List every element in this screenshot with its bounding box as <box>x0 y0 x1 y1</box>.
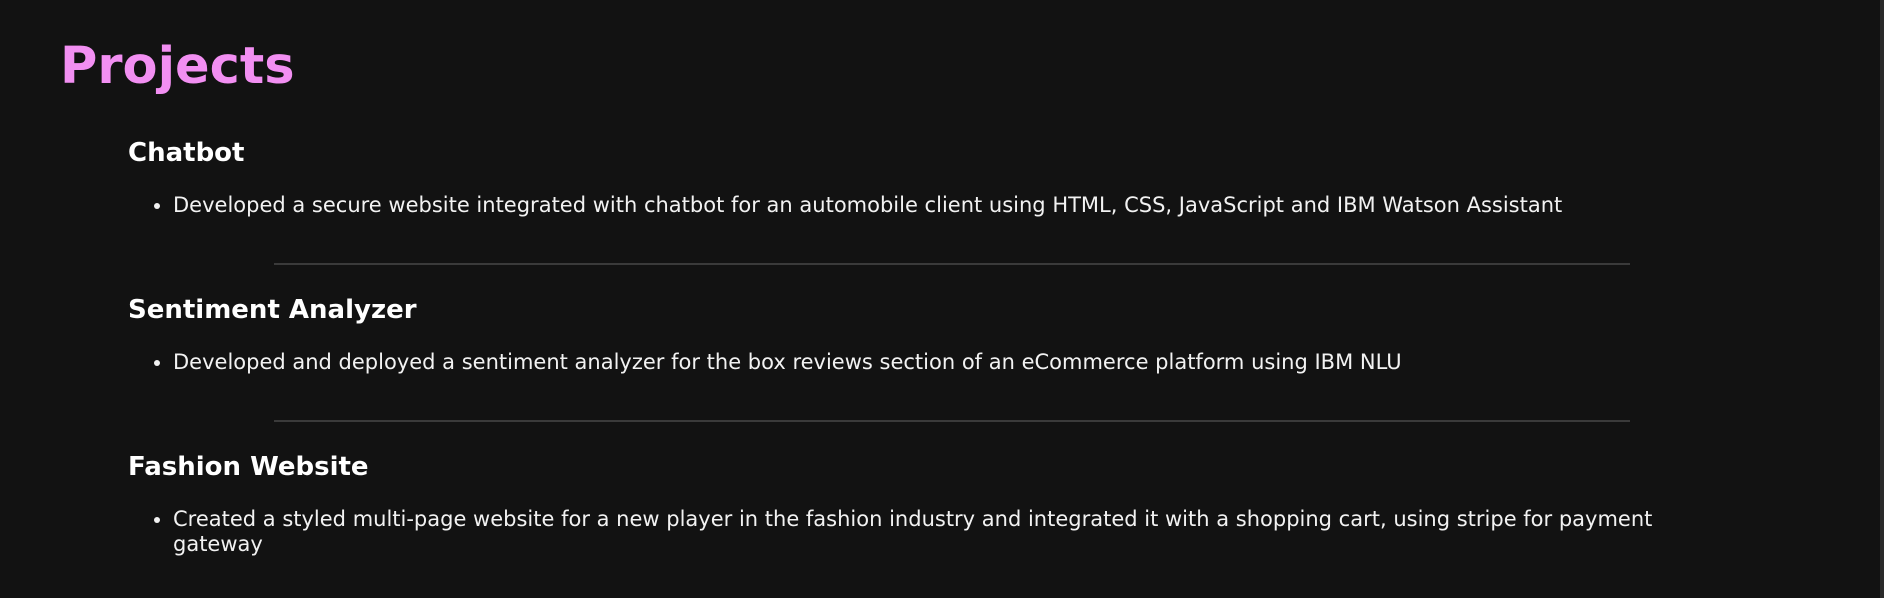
project-title: Sentiment Analyzer <box>128 295 417 325</box>
project-sentiment-analyzer: Sentiment Analyzer Developed and deploye… <box>128 295 1688 375</box>
project-divider <box>274 263 1630 265</box>
project-fashion-website: Fashion Website Created a styled multi-p… <box>128 452 1688 558</box>
scrollbar[interactable] <box>1880 0 1884 598</box>
section-title: Projects <box>60 37 295 96</box>
project-title: Fashion Website <box>128 452 369 482</box>
project-bullets: Developed and deployed a sentiment analy… <box>128 350 1688 375</box>
project-bullets: Developed a secure website integrated wi… <box>128 193 1688 218</box>
project-title: Chatbot <box>128 138 245 168</box>
project-bullet: Developed and deployed a sentiment analy… <box>173 350 1688 375</box>
project-bullet: Developed a secure website integrated wi… <box>173 193 1688 218</box>
project-bullets: Created a styled multi-page website for … <box>128 507 1688 557</box>
projects-page: Projects Chatbot Developed a secure webs… <box>0 0 1880 598</box>
project-chatbot: Chatbot Developed a secure website integ… <box>128 138 1688 218</box>
project-divider <box>274 420 1630 422</box>
project-bullet: Created a styled multi-page website for … <box>173 507 1688 557</box>
